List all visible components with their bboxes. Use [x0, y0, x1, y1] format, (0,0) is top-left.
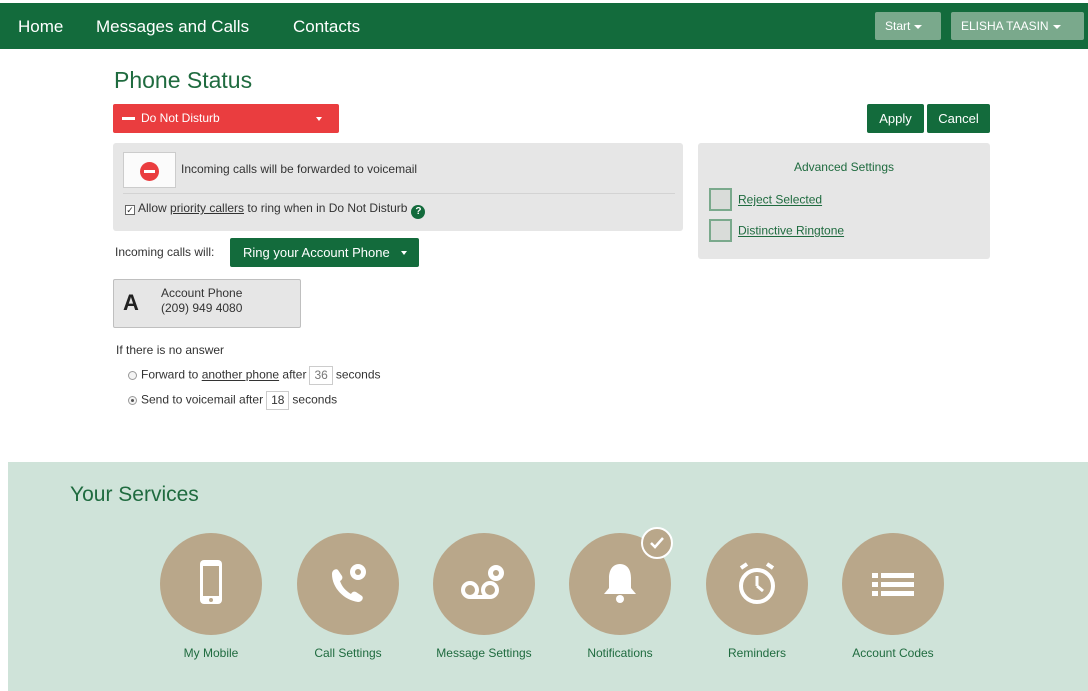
services-title: Your Services — [70, 483, 199, 506]
advanced-settings-panel: Advanced Settings Reject Selected Distin… — [698, 143, 990, 259]
checkmark-icon — [650, 537, 664, 549]
caret-down-icon — [401, 251, 407, 255]
advanced-settings-title: Advanced Settings — [793, 160, 895, 174]
account-phone-card[interactable]: A Account Phone (209) 949 4080 — [113, 279, 301, 328]
mobile-phone-icon — [200, 560, 222, 604]
help-icon[interactable]: ? — [411, 205, 426, 219]
service-reminders[interactable]: Reminders — [705, 533, 809, 661]
service-label: Account Codes — [852, 646, 934, 660]
voicemail-unit: seconds — [292, 392, 338, 407]
priority-callers-checkbox[interactable]: ✓ — [125, 205, 135, 215]
service-circle — [706, 533, 808, 635]
status-label: Do Not Disturb — [141, 111, 220, 125]
nav-messages-and-calls[interactable]: Messages and Calls — [96, 17, 249, 37]
distinctive-ringtone-link[interactable]: Distinctive Ringtone — [709, 219, 844, 242]
voicemail-option: Send to voicemail after 18 seconds — [128, 391, 337, 410]
top-navbar: Home Messages and Calls Contacts Start E… — [0, 0, 1088, 49]
service-my-mobile[interactable]: My Mobile — [159, 533, 263, 661]
divider — [123, 193, 675, 194]
service-circle — [297, 533, 399, 635]
bell-icon — [604, 564, 636, 603]
priority-callers-link[interactable]: priority callers — [170, 201, 244, 215]
service-message-settings[interactable]: Message Settings — [432, 533, 536, 661]
caret-down-icon — [316, 117, 322, 121]
service-circle — [569, 527, 673, 635]
account-phone-name: Account Phone — [161, 286, 243, 300]
service-circle — [160, 533, 262, 635]
service-label: Call Settings — [314, 646, 382, 660]
service-notifications[interactable]: Notifications — [568, 527, 673, 661]
voicemail-prefix: Send to voicemail after — [141, 392, 264, 407]
phone-gear-icon — [332, 564, 366, 602]
user-menu-button[interactable]: ELISHA TAASIN — [951, 12, 1084, 40]
service-label: Reminders — [727, 646, 787, 660]
incoming-calls-label: Incoming calls will: — [115, 245, 215, 259]
distinctive-ringtone-label: Distinctive Ringtone — [738, 223, 845, 238]
voicemail-gear-icon — [461, 565, 504, 599]
start-dropdown-button[interactable]: Start — [875, 12, 941, 40]
account-phone-number: (209) 949 4080 — [161, 301, 243, 315]
dnd-message: Incoming calls will be forwarded to voic… — [181, 162, 418, 176]
minus-icon — [122, 117, 135, 120]
ringtone-icon — [709, 219, 732, 242]
forward-radio[interactable] — [128, 370, 137, 380]
priority-suffix: to ring when in Do Not Disturb — [244, 201, 408, 215]
service-call-settings[interactable]: Call Settings — [296, 533, 400, 661]
forward-prefix: Forward to — [141, 367, 202, 382]
services-section: Your Services My Mobile Call Settings Me… — [8, 462, 1088, 691]
nav-home[interactable]: Home — [18, 17, 63, 37]
page-title: Phone Status — [114, 67, 253, 93]
apply-button[interactable]: Apply — [867, 104, 924, 133]
list-icon — [872, 573, 914, 596]
voicemail-seconds-input[interactable]: 18 — [266, 391, 290, 410]
service-account-codes[interactable]: Account Codes — [841, 533, 945, 661]
priority-callers-option: ✓ Allow priority callers to ring when in … — [125, 201, 426, 219]
reject-icon — [709, 188, 732, 211]
dnd-info-panel: Incoming calls will be forwarded to voic… — [113, 143, 683, 231]
dnd-icon-box — [123, 152, 176, 188]
forward-after: after — [279, 367, 307, 382]
caret-down-icon — [914, 24, 923, 29]
start-label: Start — [885, 19, 911, 33]
service-circle — [842, 533, 944, 635]
alarm-clock-icon — [739, 562, 775, 604]
user-name: ELISHA TAASIN — [961, 19, 1049, 33]
service-label: Notifications — [587, 646, 653, 660]
voicemail-radio[interactable] — [128, 395, 137, 405]
forward-seconds-input[interactable]: 36 — [309, 366, 333, 385]
incoming-calls-dropdown[interactable]: Ring your Account Phone — [230, 238, 419, 267]
another-phone-link[interactable]: another phone — [202, 368, 279, 382]
reject-selected-label: Reject Selected — [738, 192, 823, 207]
service-label: Message Settings — [436, 646, 532, 660]
account-phone-letter: A — [123, 290, 139, 315]
service-label: My Mobile — [183, 646, 239, 660]
forward-option: Forward to another phone after 36 seconds — [128, 366, 381, 385]
do-not-disturb-icon — [140, 162, 159, 181]
forward-unit: seconds — [335, 367, 381, 382]
nav-contacts[interactable]: Contacts — [293, 17, 360, 37]
cancel-button[interactable]: Cancel — [927, 104, 990, 133]
service-circle — [433, 533, 535, 635]
checkmark-badge — [641, 527, 673, 559]
reject-selected-link[interactable]: Reject Selected — [709, 188, 822, 211]
status-dropdown[interactable]: Do Not Disturb — [113, 104, 339, 133]
caret-down-icon — [1052, 24, 1061, 29]
priority-prefix: Allow — [138, 201, 171, 215]
no-answer-heading: If there is no answer — [116, 343, 225, 357]
incoming-calls-selected: Ring your Account Phone — [243, 245, 390, 260]
